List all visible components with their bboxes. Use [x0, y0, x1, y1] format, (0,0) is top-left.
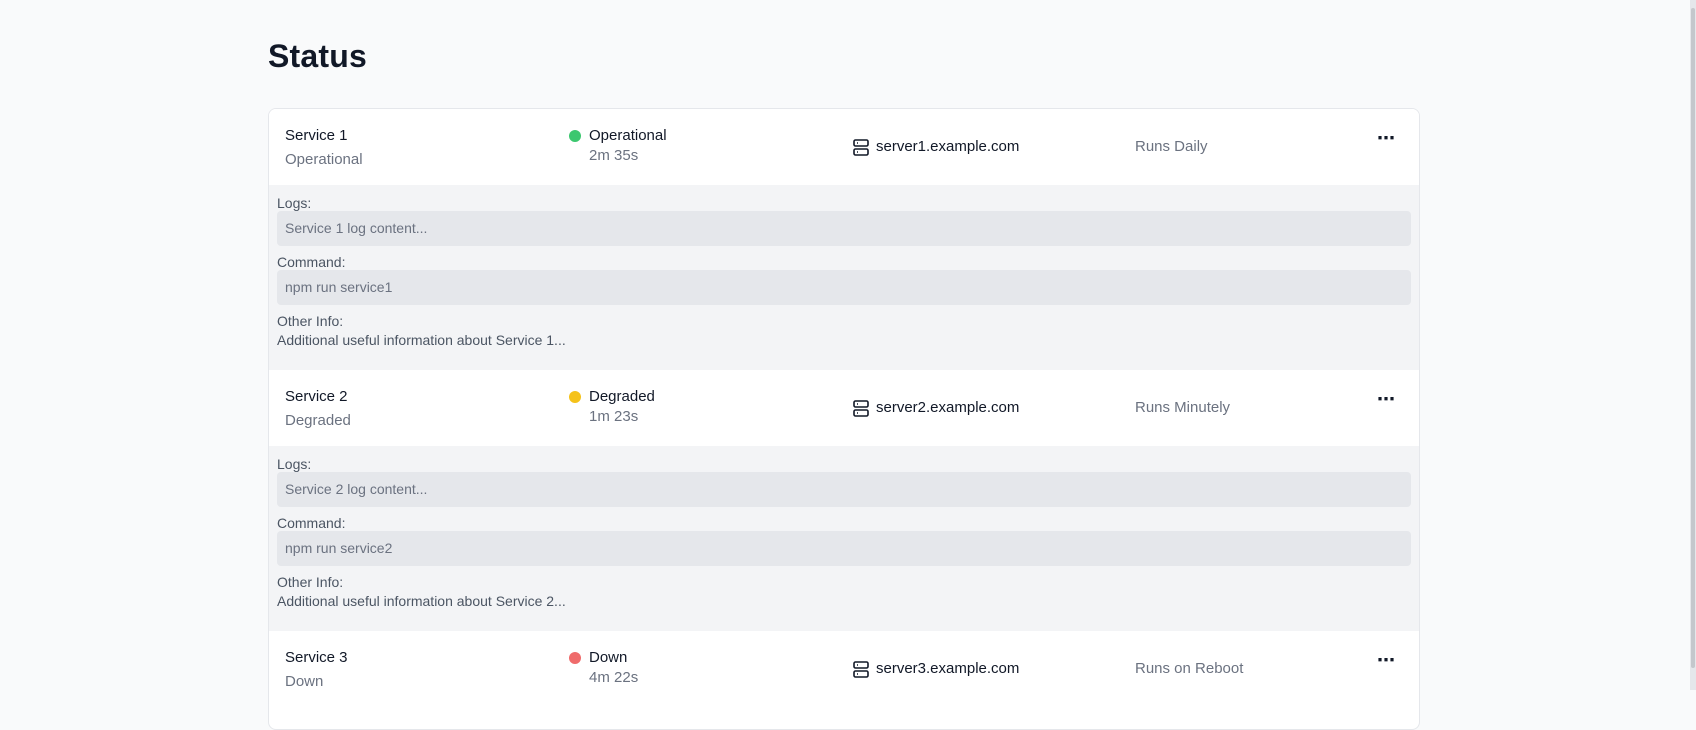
status-label: Down	[589, 649, 628, 666]
status-label: Operational	[589, 127, 667, 144]
other-info-label: Other Info:	[277, 313, 344, 329]
command-content: npm run service1	[277, 270, 1411, 305]
status-label: Degraded	[589, 388, 655, 405]
logs-content: Service 1 log content...	[277, 211, 1411, 246]
server-name: server1.example.com	[876, 138, 1020, 155]
command-label: Command:	[277, 254, 346, 270]
more-horizontal-icon: ⋯	[1377, 128, 1395, 148]
service-row[interactable]: Service 1 Operational Operational 2m 35s…	[269, 109, 1419, 185]
logs-label: Logs:	[277, 195, 312, 211]
more-options-button[interactable]: ⋯	[1373, 390, 1399, 416]
service-name: Service 3	[285, 649, 348, 666]
status-duration: 1m 23s	[589, 408, 639, 425]
logs-content: Service 2 log content...	[277, 472, 1411, 507]
more-horizontal-icon: ⋯	[1377, 650, 1395, 670]
other-info-content: Additional useful information about Serv…	[277, 593, 566, 609]
service-item: Service 2 Degraded Degraded 1m 23s serve…	[269, 370, 1419, 631]
service-details: Logs: Service 1 log content... Command: …	[269, 185, 1419, 370]
status-dot-icon	[569, 391, 581, 403]
status-duration: 4m 22s	[589, 669, 639, 686]
server-icon	[853, 661, 869, 678]
server-name: server3.example.com	[876, 660, 1020, 677]
server-name: server2.example.com	[876, 399, 1020, 416]
command-content: npm run service2	[277, 531, 1411, 566]
run-schedule: Runs Daily	[1135, 138, 1208, 155]
page-title: Status	[268, 38, 367, 74]
service-item: Service 3 Down Down 4m 22s server3.examp…	[269, 631, 1419, 707]
more-horizontal-icon: ⋯	[1377, 389, 1395, 409]
service-name: Service 1	[285, 127, 348, 144]
services-list: Service 1 Operational Operational 2m 35s…	[268, 108, 1420, 730]
status-duration: 2m 35s	[589, 147, 639, 164]
service-status-text: Degraded	[285, 412, 351, 429]
server-icon	[853, 400, 869, 417]
service-name: Service 2	[285, 388, 348, 405]
scrollbar[interactable]	[1690, 0, 1696, 690]
run-schedule: Runs on Reboot	[1135, 660, 1244, 677]
run-schedule: Runs Minutely	[1135, 399, 1231, 416]
service-status-text: Down	[285, 673, 324, 690]
more-options-button[interactable]: ⋯	[1373, 129, 1399, 155]
more-options-button[interactable]: ⋯	[1373, 651, 1399, 677]
scrollbar-thumb[interactable]	[1691, 8, 1695, 668]
status-dot-icon	[569, 652, 581, 664]
status-dot-icon	[569, 130, 581, 142]
service-row[interactable]: Service 3 Down Down 4m 22s server3.examp…	[269, 631, 1419, 707]
service-details: Logs: Service 2 log content... Command: …	[269, 446, 1419, 631]
other-info-content: Additional useful information about Serv…	[277, 332, 566, 348]
service-status-text: Operational	[285, 151, 363, 168]
logs-label: Logs:	[277, 456, 312, 472]
service-row[interactable]: Service 2 Degraded Degraded 1m 23s serve…	[269, 370, 1419, 446]
other-info-label: Other Info:	[277, 574, 344, 590]
command-label: Command:	[277, 515, 346, 531]
server-icon	[853, 139, 869, 156]
service-item: Service 1 Operational Operational 2m 35s…	[269, 109, 1419, 370]
